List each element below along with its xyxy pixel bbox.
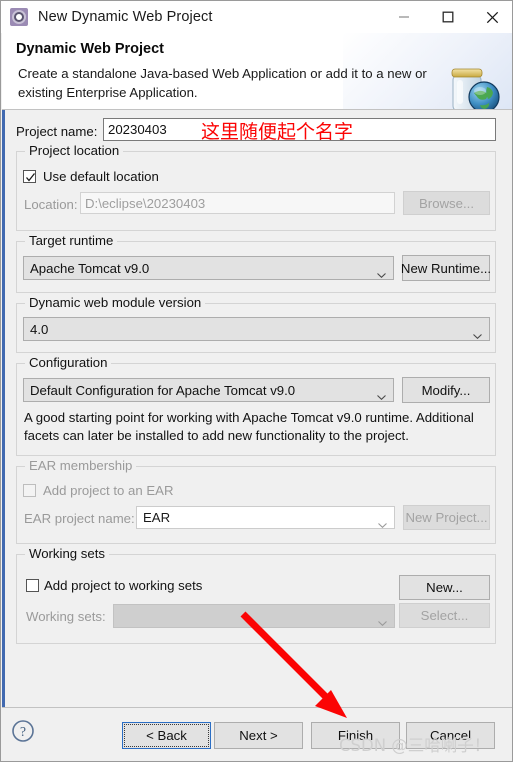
chevron-down-icon [377,266,386,279]
question-mark-icon[interactable]: ? [11,719,35,743]
page-description: Create a standalone Java-based Web Appli… [18,66,427,100]
browse-button: Browse... [403,191,490,215]
ear-membership-group-label: EAR membership [25,458,137,473]
svg-text:?: ? [20,724,26,739]
annotation-project-name-hint: 这里随便起个名字 [201,121,354,143]
configuration-group-label: Configuration [25,355,112,370]
minimize-icon[interactable] [382,1,426,33]
target-runtime-group: Target runtime Apache Tomcat v9.0 New Ru… [16,233,496,293]
modify-button[interactable]: Modify... [402,377,490,403]
location-value: D:\eclipse\20230403 [85,195,206,211]
location-input: D:\eclipse\20230403 [80,192,395,214]
left-accent-strip [2,110,5,707]
window-controls [382,1,512,33]
configuration-combo[interactable]: Default Configuration for Apache Tomcat … [23,378,394,402]
ear-project-name-label: EAR project name: [24,511,135,526]
configuration-group: Configuration Default Configuration for … [16,355,496,456]
csdn-watermark: CSDN @三哈喇子！ [339,736,491,755]
maximize-icon[interactable] [426,1,470,33]
add-project-to-working-sets-checkbox[interactable] [26,579,39,592]
select-working-set-button: Select... [399,603,490,628]
new-dynamic-web-project-dialog: New Dynamic Web Project Dynamic Web Proj… [0,0,513,762]
working-sets-label: Working sets: [26,609,106,624]
ear-membership-group: EAR membership Add project to an EAR EAR… [16,458,496,544]
new-runtime-button[interactable]: New Runtime... [401,255,491,281]
location-label: Location: [24,197,78,212]
add-project-to-ear-label: Add project to an EAR [43,483,174,498]
ear-project-name-combo: EAR [136,506,395,529]
next-button[interactable]: Next > [214,722,303,749]
use-default-location-checkbox[interactable] [23,170,36,183]
back-button[interactable]: < Back [122,722,211,749]
page-title: Dynamic Web Project [16,41,165,57]
working-sets-group-label: Working sets [25,546,109,561]
configuration-value: Default Configuration for Apache Tomcat … [30,382,296,398]
configuration-description: A good starting point for working with A… [24,410,474,443]
module-version-value: 4.0 [30,321,49,337]
window-titlebar: New Dynamic Web Project [1,1,512,33]
new-working-set-button[interactable]: New... [399,575,490,600]
use-default-location-label: Use default location [43,169,159,184]
module-version-group: Dynamic web module version 4.0 [16,295,496,353]
working-sets-combo [113,604,395,628]
chevron-down-icon [473,327,482,340]
new-ear-project-button: New Project... [403,505,490,530]
project-location-group-label: Project location [25,143,124,158]
project-name-value: 20230403 [108,122,167,137]
chevron-down-icon [377,388,386,401]
jar-globe-icon [440,63,506,109]
target-runtime-value: Apache Tomcat v9.0 [30,260,150,276]
chevron-down-icon [378,516,387,528]
chevron-down-icon [378,614,387,627]
window-title: New Dynamic Web Project [38,9,213,25]
wizard-header: Dynamic Web Project Create a standalone … [2,33,512,110]
eclipse-wizard-icon [10,8,28,26]
module-version-group-label: Dynamic web module version [25,295,206,310]
module-version-combo[interactable]: 4.0 [23,317,490,341]
add-project-to-ear-checkbox [23,484,36,497]
close-icon[interactable] [470,1,512,33]
ear-project-name-value: EAR [143,510,171,525]
project-name-label: Project name: [16,124,98,139]
target-runtime-combo[interactable]: Apache Tomcat v9.0 [23,256,394,280]
working-sets-group: Working sets Add project to working sets… [16,546,496,644]
target-runtime-group-label: Target runtime [25,233,118,248]
add-project-to-working-sets-label: Add project to working sets [44,578,203,593]
project-location-group: Project location Use default location Lo… [16,143,496,231]
wizard-page-body: Project name: 20230403 Project location … [2,110,512,707]
